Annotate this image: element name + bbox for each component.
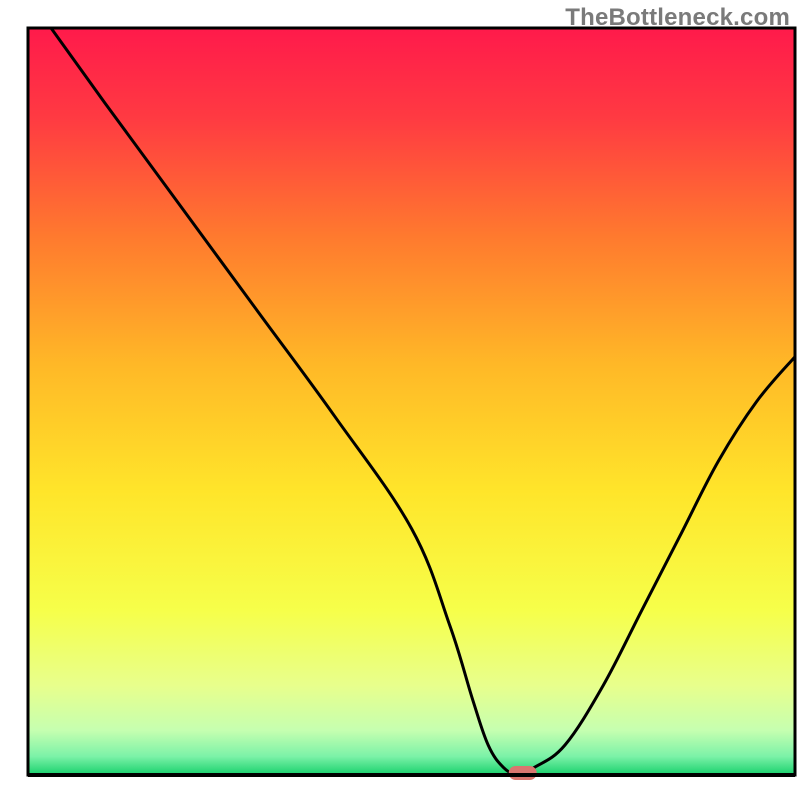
chart-gradient-background <box>28 28 795 775</box>
watermark-text: TheBottleneck.com <box>565 4 790 32</box>
bottleneck-chart: TheBottleneck.com <box>0 0 800 800</box>
chart-svg <box>0 0 800 800</box>
